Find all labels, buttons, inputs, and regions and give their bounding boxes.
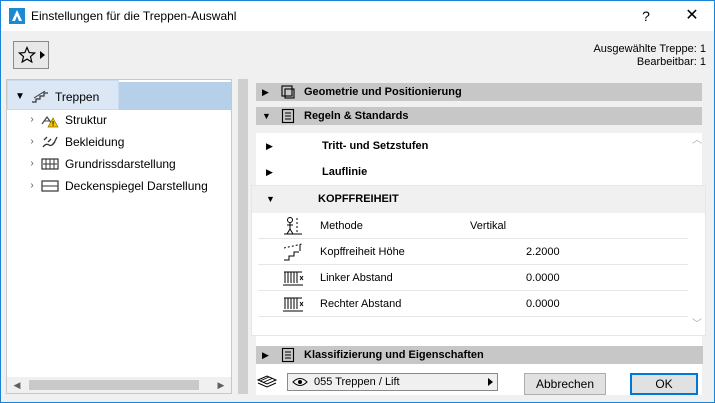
param-row-methode[interactable]: Methode Vertikal <box>258 213 688 239</box>
layers-icon <box>256 375 278 388</box>
selection-info: Ausgewählte Treppe: 1 Bearbeitbar: 1 <box>593 43 706 69</box>
ok-button[interactable]: OK <box>630 373 698 395</box>
chevron-right-icon <box>488 378 493 386</box>
tree-item-deckenspiegel[interactable]: › Deckenspiegel Darstellung <box>7 176 231 196</box>
floorplan-icon <box>41 158 59 170</box>
section-label: Klassifizierung und Eigenschaften <box>304 349 484 361</box>
structure-warning-icon <box>41 115 59 128</box>
subsection-tritt-setzstufen[interactable]: ▶ Tritt- und Setzstufen <box>256 133 686 159</box>
tree-item-label: Bekleidung <box>65 135 125 149</box>
tree-item-treppen[interactable]: ▼ Treppen <box>7 87 231 107</box>
title-bar: Einstellungen für die Treppen-Auswahl ? … <box>1 1 714 31</box>
tree-item-label: Treppen <box>55 90 100 104</box>
rules-icon <box>281 108 295 124</box>
section-regeln[interactable]: ▼ Regeln & Standards <box>256 107 702 125</box>
subsection-label: Lauflinie <box>322 166 368 178</box>
subsection-kopffreiheit[interactable]: ▼ KOPFFREIHEIT <box>252 186 705 213</box>
param-value[interactable]: 0.0000 <box>526 291 560 317</box>
tree-item-bekleidung[interactable]: › Bekleidung <box>7 132 231 152</box>
method-icon <box>284 217 302 235</box>
tree-item-label: Deckenspiegel Darstellung <box>65 179 208 193</box>
chevron-right-icon[interactable]: › <box>27 176 37 196</box>
param-value[interactable]: 2.2000 <box>526 239 560 265</box>
layer-value: 055 Treppen / Lift <box>314 376 400 388</box>
scroll-down-icon[interactable]: ﹀ <box>688 317 706 333</box>
dialog-footer: 055 Treppen / Lift Abbrechen OK <box>251 367 709 397</box>
ceiling-plan-icon <box>41 180 59 192</box>
pane-splitter[interactable] <box>238 79 248 394</box>
chevron-right-icon[interactable]: ▶ <box>266 159 273 185</box>
eye-icon <box>292 378 308 386</box>
tree-horizontal-scrollbar[interactable]: ◀ ▶ <box>7 377 231 393</box>
left-clearance-icon <box>283 271 304 286</box>
subsection-label: KOPFFREIHEIT <box>318 193 399 205</box>
favorites-button[interactable] <box>13 41 49 69</box>
param-value[interactable]: Vertikal <box>470 213 506 239</box>
chevron-down-icon[interactable]: ▼ <box>266 186 275 213</box>
dialog-window: Einstellungen für die Treppen-Auswahl ? … <box>0 0 715 403</box>
layer-select[interactable]: 055 Treppen / Lift <box>287 373 498 391</box>
stair-icon <box>32 90 48 103</box>
param-name: Rechter Abstand <box>320 298 402 310</box>
cladding-icon <box>42 136 58 148</box>
chevron-right-icon[interactable]: ▶ <box>266 133 273 159</box>
section-label: Regeln & Standards <box>304 110 409 122</box>
settings-tree: ▼ Treppen › Struktur › Bekleidung › Grun… <box>6 79 232 394</box>
chevron-right-icon[interactable]: › <box>27 154 37 174</box>
param-name: Methode <box>320 220 363 232</box>
chevron-right-icon[interactable]: › <box>27 110 37 130</box>
scroll-right-icon[interactable]: ▶ <box>213 377 229 393</box>
tree-item-label: Grundrissdarstellung <box>65 157 176 171</box>
classification-icon <box>281 347 295 363</box>
chevron-right-icon <box>40 51 45 59</box>
scroll-left-icon[interactable]: ◀ <box>9 377 25 393</box>
param-name: Kopffreiheit Höhe <box>320 246 405 258</box>
chevron-right-icon[interactable]: ▶ <box>262 83 269 101</box>
scroll-up-icon[interactable]: ︿ <box>688 133 706 149</box>
subsection-label: Tritt- und Setzstufen <box>322 140 429 152</box>
param-row-rechter-abstand[interactable]: Rechter Abstand 0.0000 <box>258 291 688 317</box>
star-icon <box>18 46 36 64</box>
section-label: Geometrie und Positionierung <box>304 86 462 98</box>
geometry-icon <box>281 85 295 99</box>
chevron-down-icon[interactable]: ▼ <box>15 87 25 107</box>
close-button[interactable]: ✕ <box>669 1 715 31</box>
headroom-height-icon <box>283 243 303 261</box>
chevron-right-icon[interactable]: › <box>27 132 37 152</box>
section-klassifizierung[interactable]: ▶ Klassifizierung und Eigenschaften <box>256 346 703 364</box>
right-clearance-icon <box>283 297 304 312</box>
window-title: Einstellungen für die Treppen-Auswahl <box>31 9 237 23</box>
cancel-button[interactable]: Abbrechen <box>524 373 606 395</box>
subsection-lauflinie[interactable]: ▶ Lauflinie <box>256 159 686 185</box>
chevron-down-icon[interactable]: ▼ <box>262 107 271 125</box>
scrollbar-thumb[interactable] <box>29 380 199 390</box>
chevron-right-icon[interactable]: ▶ <box>262 346 269 364</box>
selected-count: Ausgewählte Treppe: 1 <box>593 43 706 55</box>
tree-item-label: Struktur <box>65 113 108 127</box>
param-row-kopffreiheit-hoehe[interactable]: Kopffreiheit Höhe 2.2000 <box>258 239 688 265</box>
section-geometrie[interactable]: ▶ Geometrie und Positionierung <box>256 83 702 101</box>
panel-vertical-scrollbar[interactable]: ︿ ﹀ <box>688 131 706 337</box>
param-name: Linker Abstand <box>320 272 393 284</box>
kopffreiheit-panel: ▼ KOPFFREIHEIT Methode Vertikal Kopffrei… <box>251 185 706 336</box>
tree-item-grundrissdarstellung[interactable]: › Grundrissdarstellung <box>7 154 231 174</box>
param-row-linker-abstand[interactable]: Linker Abstand 0.0000 <box>258 265 688 291</box>
help-button[interactable]: ? <box>623 1 669 31</box>
archicad-icon <box>9 8 25 24</box>
tree-item-struktur[interactable]: › Struktur <box>7 110 231 130</box>
param-value[interactable]: 0.0000 <box>526 265 560 291</box>
editable-count: Bearbeitbar: 1 <box>636 56 706 68</box>
